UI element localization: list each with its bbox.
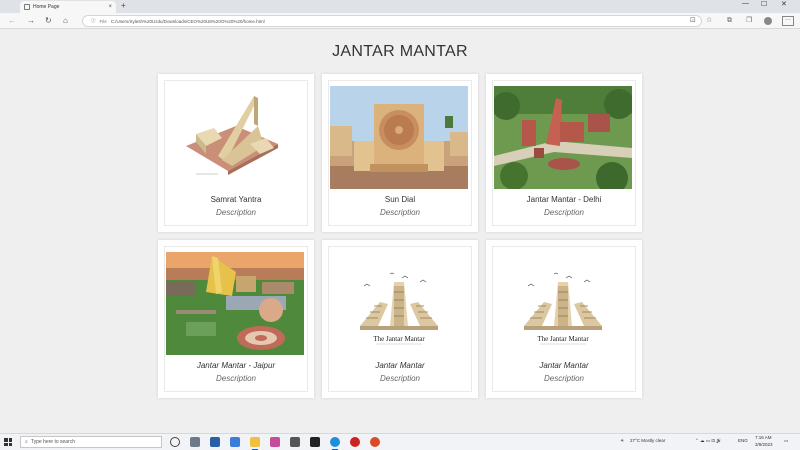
weather-icon[interactable]: ☀ [620,438,624,444]
more-menu-button[interactable]: ··· [782,16,794,26]
card-description: Description [215,208,256,217]
browser-tab-bar: Home Page × + — ☐ ✕ [0,0,800,13]
read-aloud-icon[interactable]: ⊡ [690,16,696,26]
card-description: Description [543,208,584,217]
svg-text:The Jantar Mantar: The Jantar Mantar [373,335,425,343]
card-jantar-mantar-delhi[interactable]: Jantar Mantar - Delhi Description [486,74,642,232]
app-icon[interactable] [350,437,360,447]
new-tab-button[interactable]: + [121,1,126,10]
app-icon[interactable] [290,437,300,447]
system-tray-icons[interactable]: ⌃ ☁ ▭ ⊡ 🔊 [695,438,722,444]
back-button[interactable]: ← [8,16,16,26]
tab-title: Home Page [33,4,60,10]
clock-time[interactable]: 7:16 AM [755,435,772,440]
url-scheme-label: File [99,18,107,24]
url-text: C:/Users/Sylesh%20Uzdu/Downloads/CEO%20U… [110,18,265,24]
windows-start-icon[interactable] [4,438,12,446]
address-bar[interactable]: ⓘ File C:/Users/Sylesh%20Uzdu/Downloads/… [82,15,702,27]
page-icon [24,4,30,10]
card-title: Jantar Mantar [539,361,589,370]
card-jantar-mantar-2[interactable]: The Jantar Mantar Jantar Mantar Descript… [486,240,642,398]
sun-dial-photo [330,86,468,189]
search-icon: ⌕ [25,439,28,445]
card-description: Description [379,374,420,383]
samrat-yantra-photo [166,86,304,189]
cortana-icon[interactable] [170,437,180,447]
language-indicator[interactable]: ENG [738,438,748,443]
card-sun-dial[interactable]: Sun Dial Description [322,74,478,232]
file-explorer-icon[interactable] [250,437,260,450]
card-description: Description [215,374,256,383]
svg-text:The Jantar Mantar: The Jantar Mantar [537,335,589,343]
weather-status[interactable]: 27°C Mostly clear [630,438,665,443]
page-title: JANTAR MANTAR [332,43,468,60]
collections-icon[interactable]: ❐ [746,16,752,26]
card-title: Sun Dial [384,195,416,204]
task-view-icon[interactable] [190,437,200,447]
card-jantar-mantar-jaipur[interactable]: Jantar Mantar - Jaipur Description [158,240,314,398]
split-screen-icon[interactable]: ⧉ [727,16,732,26]
app-icon[interactable] [270,437,280,447]
taskbar-search-box[interactable]: ⌕ Type here to search [20,436,162,448]
forward-button[interactable]: → [27,16,35,26]
chrome-icon[interactable] [370,437,380,447]
mail-icon[interactable] [230,437,240,447]
profile-avatar[interactable] [764,17,772,25]
minimize-button[interactable]: — [742,0,749,7]
home-button[interactable]: ⌂ [63,16,68,26]
jantar-mantar-logo-image: The Jantar Mantar [330,252,468,355]
jaipur-photo [166,252,304,355]
card-title: Jantar Mantar [375,361,425,370]
maximize-button[interactable]: ☐ [761,0,767,8]
card-title: Samrat Yantra [210,195,262,204]
delhi-photo [494,86,632,189]
app-icon[interactable] [210,437,220,447]
edge-browser-icon[interactable] [330,437,340,450]
window-close-button[interactable]: ✕ [781,0,787,8]
terminal-icon[interactable] [310,437,320,447]
card-title: Jantar Mantar - Jaipur [196,361,276,370]
card-title: Jantar Mantar - Delhi [526,195,602,204]
card-description: Description [543,374,584,383]
windows-taskbar: ⌕ Type here to search ☀ 27°C Mostly clea… [0,433,800,450]
search-placeholder: Type here to search [30,439,76,445]
tab-close-icon[interactable]: × [108,4,112,10]
card-jantar-mantar-1[interactable]: The Jantar Mantar Jantar Mantar Descript… [322,240,478,398]
clock-date[interactable]: 3/9/2023 [755,442,773,447]
notifications-icon[interactable]: ▭ [784,438,788,444]
browser-tab[interactable]: Home Page × [20,1,116,13]
info-icon: ⓘ [91,18,96,23]
favorite-star-icon[interactable]: ☆ [706,16,712,26]
browser-toolbar: ← → ↻ ⌂ ⓘ File C:/Users/Sylesh%20Uzdu/Do… [0,13,800,29]
reload-button[interactable]: ↻ [45,16,52,26]
jantar-mantar-logo-image: The Jantar Mantar [494,252,632,355]
card-samrat-yantra[interactable]: Samrat Yantra Description [158,74,314,232]
card-description: Description [379,208,420,217]
